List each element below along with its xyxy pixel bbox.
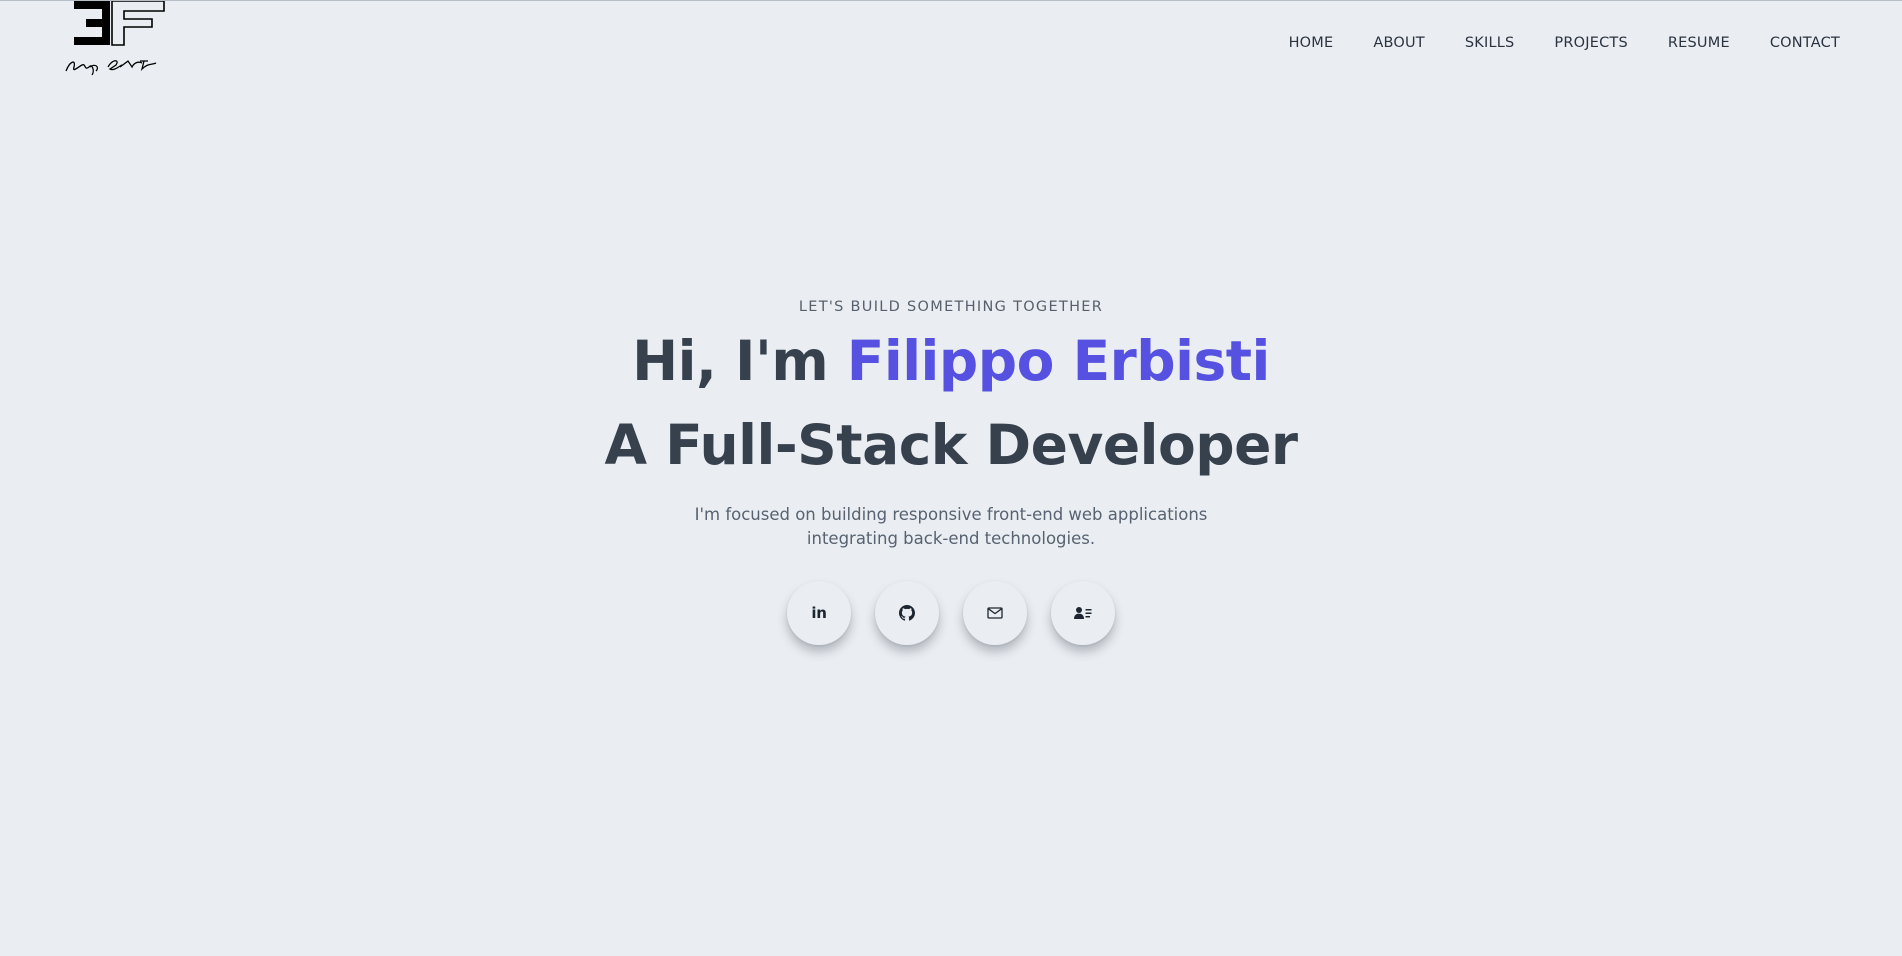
- github-button[interactable]: [875, 581, 939, 645]
- hero-section: LET'S BUILD SOMETHING TOGETHER Hi, I'm F…: [0, 297, 1902, 645]
- nav-projects[interactable]: PROJECTS: [1554, 33, 1627, 53]
- contact-card-icon: [1074, 607, 1092, 619]
- main-nav: HOME ABOUT SKILLS PROJECTS RESUME CONTAC…: [1249, 33, 1840, 53]
- nav-home[interactable]: HOME: [1289, 33, 1334, 53]
- logo-icon[interactable]: [62, 1, 172, 77]
- nav-about[interactable]: ABOUT: [1373, 33, 1425, 53]
- nav-skills[interactable]: SKILLS: [1465, 33, 1515, 53]
- greeting-text: Hi, I'm: [632, 329, 847, 393]
- nav-contact[interactable]: CONTACT: [1770, 33, 1840, 53]
- email-button[interactable]: [963, 581, 1027, 645]
- hero-eyebrow: LET'S BUILD SOMETHING TOGETHER: [798, 299, 1104, 315]
- hero-greeting: Hi, I'm Filippo Erbisti: [0, 319, 1902, 403]
- linkedin-icon: in: [811, 604, 827, 622]
- nav-resume[interactable]: RESUME: [1668, 33, 1730, 53]
- mail-icon: [987, 607, 1003, 619]
- site-header: HOME ABOUT SKILLS PROJECTS RESUME CONTAC…: [0, 1, 1902, 91]
- hero-role: A Full-Stack Developer: [604, 413, 1298, 477]
- hero-name: Filippo Erbisti: [846, 329, 1271, 393]
- resume-contact-button[interactable]: [1051, 581, 1115, 645]
- github-icon: [899, 605, 915, 621]
- hero-description: I'm focused on building responsive front…: [694, 505, 1208, 548]
- linkedin-button[interactable]: in: [787, 581, 851, 645]
- social-links: in: [0, 581, 1902, 645]
